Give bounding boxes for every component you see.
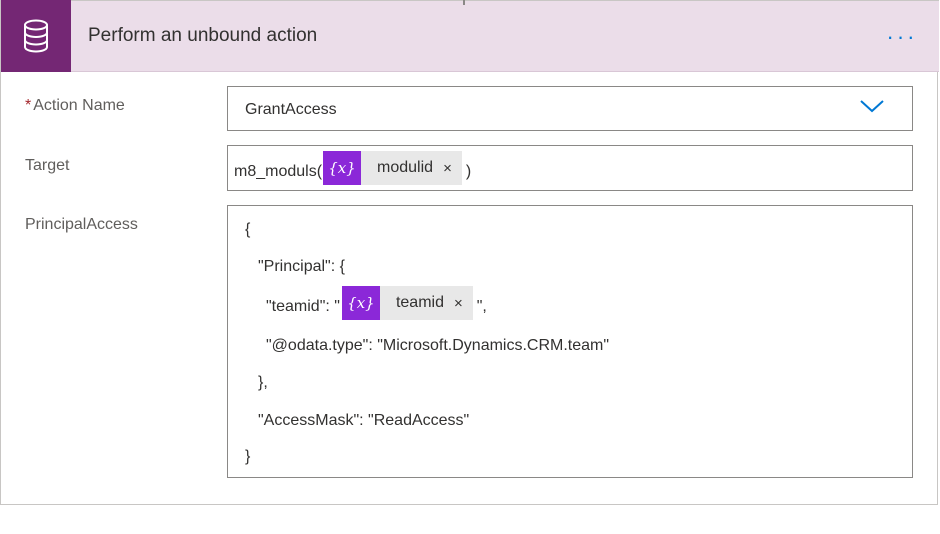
chevron-down-icon[interactable]: [859, 96, 885, 116]
target-label: Target: [25, 157, 70, 174]
action-header[interactable]: Perform an unbound action ···: [1, 0, 939, 72]
variable-icon: {x}: [341, 286, 380, 320]
token-label: teamid: [395, 294, 444, 311]
target-suffix: ): [465, 162, 472, 180]
token-remove-button[interactable]: ×: [441, 151, 462, 185]
connector-notch: [463, 0, 465, 5]
token-label: modulid: [377, 159, 434, 176]
teamid-token[interactable]: {x} teamid ×: [341, 286, 473, 320]
target-prefix: m8_moduls(: [234, 162, 323, 180]
connector-icon-box: [1, 0, 71, 72]
more-options-button[interactable]: ···: [877, 22, 927, 52]
code-line-teamid: "teamid": " {x} teamid × ",: [266, 286, 487, 320]
action-name-dropdown[interactable]: GrantAccess: [227, 86, 913, 131]
principal-access-label: PrincipalAccess: [25, 216, 138, 233]
code-line: {: [245, 221, 251, 238]
target-input[interactable]: m8_moduls( {x} modulid × ): [227, 145, 913, 191]
action-name-label-text: Action Name: [33, 97, 125, 114]
modulid-token[interactable]: {x} modulid ×: [323, 151, 462, 185]
variable-icon: {x}: [323, 151, 362, 185]
code-line: "AccessMask": "ReadAccess": [258, 412, 470, 429]
header-border: [1, 0, 939, 1]
database-icon: [24, 19, 48, 53]
teamid-suffix: ",: [476, 298, 487, 315]
token-remove-button[interactable]: ×: [452, 286, 473, 320]
action-card: Perform an unbound action ··· * Action Na…: [0, 0, 939, 505]
principal-access-input[interactable]: { "Principal": { "teamid": " {x} teamid …: [227, 205, 913, 478]
action-name-value: GrantAccess: [245, 101, 337, 118]
action-name-label: * Action Name: [25, 97, 125, 115]
code-line: "@odata.type": "Microsoft.Dynamics.CRM.t…: [266, 337, 610, 354]
code-line: "Principal": {: [258, 258, 345, 275]
code-line: },: [258, 374, 268, 391]
target-content: m8_moduls( {x} modulid × ): [234, 151, 471, 185]
teamid-prefix: "teamid": ": [266, 298, 340, 315]
ellipsis-icon: ···: [886, 24, 918, 49]
required-mark: *: [25, 97, 32, 114]
action-title: Perform an unbound action: [88, 25, 318, 46]
code-line: }: [245, 448, 251, 465]
